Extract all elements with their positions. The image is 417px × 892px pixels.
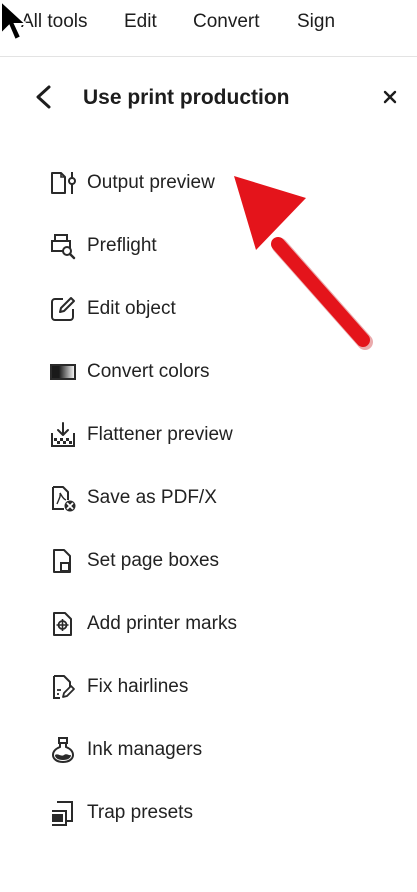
nav-edit[interactable]: Edit (124, 10, 157, 34)
mouse-pointer-icon (0, 0, 29, 42)
tool-label: Save as PDF/X (87, 487, 217, 508)
nav-convert[interactable]: Convert (193, 10, 260, 34)
convert-colors-icon (50, 364, 76, 380)
print-production-tool-list: Output preview Preflight Edit object Con… (0, 152, 417, 845)
tool-flattener-preview[interactable]: Flattener preview (0, 404, 417, 467)
panel-header: Use print production (0, 56, 417, 138)
tool-output-preview[interactable]: Output preview (0, 152, 417, 215)
tool-label: Add printer marks (87, 613, 237, 634)
panel-title: Use print production (83, 86, 290, 109)
back-arrow-icon[interactable] (32, 84, 56, 110)
tool-fix-hairlines[interactable]: Fix hairlines (0, 656, 417, 719)
tool-convert-colors[interactable]: Convert colors (0, 341, 417, 404)
ink-manager-icon (51, 737, 75, 764)
fix-hairlines-icon (53, 675, 75, 699)
tool-label: Set page boxes (87, 550, 220, 571)
tool-save-pdfx[interactable]: Save as PDF/X (0, 467, 417, 530)
nav-all-tools[interactable]: All tools (21, 10, 88, 34)
tool-label: Convert colors (87, 361, 210, 382)
printer-marks-icon (53, 612, 72, 636)
tool-label: Preflight (87, 235, 157, 256)
preflight-icon (51, 234, 76, 260)
tool-label: Flattener preview (87, 424, 233, 445)
tool-label: Trap presets (87, 802, 193, 823)
flattener-preview-icon (51, 422, 75, 447)
tool-label: Fix hairlines (87, 676, 189, 697)
edit-object-icon (51, 297, 75, 321)
top-navigation-bar: All tools Edit Convert Sign (0, 0, 417, 57)
tool-label: Edit object (87, 298, 176, 319)
close-icon[interactable] (381, 88, 399, 106)
tool-label: Ink managers (87, 739, 203, 760)
tool-set-page-boxes[interactable]: Set page boxes (0, 530, 417, 593)
trap-presets-icon (52, 801, 73, 826)
nav-sign[interactable]: Sign (297, 10, 335, 34)
tool-trap-presets[interactable]: Trap presets (0, 782, 417, 845)
output-preview-icon (51, 172, 76, 194)
tool-preflight[interactable]: Preflight (0, 215, 417, 278)
tool-label: Output preview (87, 172, 215, 193)
tool-add-printer-marks[interactable]: Add printer marks (0, 593, 417, 656)
page-boxes-icon (53, 549, 71, 573)
tool-ink-managers[interactable]: Ink managers (0, 719, 417, 782)
save-pdfx-icon (52, 486, 76, 512)
tool-edit-object[interactable]: Edit object (0, 278, 417, 341)
